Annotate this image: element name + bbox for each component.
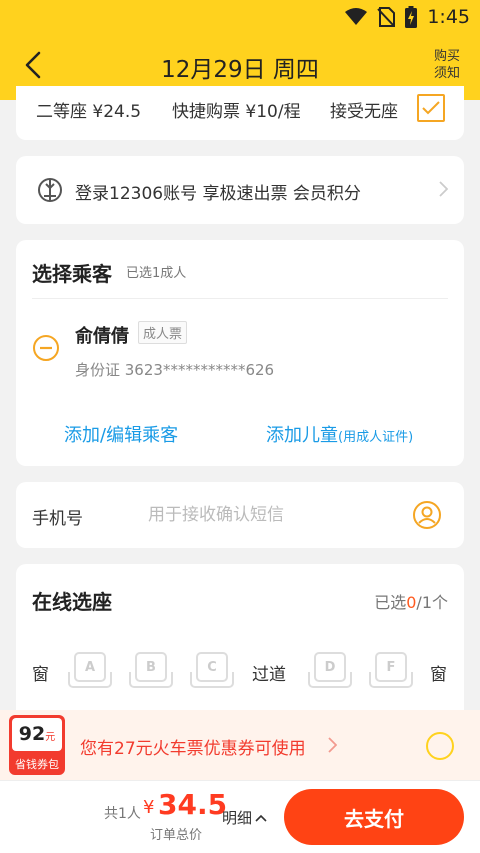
coupon-banner[interactable]: 92元 省钱券包 您有27元火车票优惠券可使用 [0,710,480,780]
accept-no-seat-checkbox[interactable] [417,94,445,122]
no-sim-icon [377,7,396,27]
ticket-options-card: 二等座 ¥24.5 快捷购票 ¥10/程 接受无座 [16,86,464,140]
divider [32,298,448,299]
price-detail-button[interactable]: 明细 [222,807,267,828]
login-promo-card[interactable]: 登录12306账号 享极速出票 会员积分 [16,156,464,224]
train-logo-icon [38,178,62,202]
total-price: 34.5 [158,788,228,821]
buy-notice-line2: 须知 [433,66,460,81]
buy-notice-button[interactable]: 购买 须知 [434,48,460,82]
status-bar: 1:45 [0,0,480,34]
seat-count-prefix: 已选 [374,593,407,612]
add-edit-passenger-button[interactable]: 添加/编辑乘客 [64,421,178,447]
seat-a-button[interactable]: A [68,652,112,690]
phone-input[interactable] [148,500,398,530]
passenger-id: 身份证 3623***********626 [75,361,275,379]
contact-book-icon[interactable] [412,500,442,530]
status-icons: 1:45 [345,4,470,30]
seat-class-price[interactable]: 二等座 ¥24.5 [36,97,141,122]
buy-notice-line1: 购买 [433,49,460,64]
add-child-label: 添加儿童 [266,425,338,446]
chevron-right-icon [439,181,448,197]
page-title: 12月29日 周四 [161,57,319,83]
chevron-right-icon [328,737,337,753]
seat-selection-count: 已选0/1个 [374,589,448,613]
seat-count-selected: 0 [406,593,417,612]
seat-base [369,672,413,688]
coupon-badge-amount: 92 [18,723,46,745]
passenger-ticket-type: 成人票 [138,321,188,344]
currency-symbol: ¥ [143,797,155,818]
seat-d-button[interactable]: D [308,652,352,690]
coupon-radio[interactable] [426,732,454,760]
login-promo-text: 登录12306账号 享极速出票 会员积分 [75,184,361,204]
passenger-section-title: 选择乘客 [32,262,112,286]
seat-b-button[interactable]: B [129,652,173,690]
phone-label: 手机号 [32,509,83,529]
status-time: 1:45 [427,6,470,28]
coupon-badge-amount-box: 92元 [12,718,62,751]
pay-button[interactable]: 去支付 [284,789,464,845]
seat-base [308,672,352,688]
seat-row: 窗 A B C 过道 D F 窗 [16,652,464,692]
remove-passenger-button[interactable] [32,334,60,362]
passenger-count-text: 共1人 [104,806,141,822]
coupon-pack-badge: 92元 省钱券包 [9,715,65,775]
accept-no-seat-label: 接受无座 [330,102,398,122]
window-label-right: 窗 [430,665,447,685]
wifi-icon [345,8,368,25]
coupon-badge-label: 省钱券包 [15,758,59,771]
seat-selection-card: 在线选座 已选0/1个 窗 A B C 过道 D F 窗 [16,564,464,714]
passenger-selected-count: 已选1成人 [126,266,187,281]
coupon-text: 您有27元火车票优惠券可使用 [80,739,306,759]
seat-selection-title: 在线选座 [32,590,112,614]
fast-buy-price[interactable]: 快捷购票 ¥10/程 [172,97,301,122]
seat-f-button[interactable]: F [369,652,413,690]
passenger-name: 俞倩倩 [75,326,129,347]
window-label-left: 窗 [32,665,49,685]
seat-base [190,672,234,688]
phone-card: 手机号 [16,482,464,548]
coupon-badge-unit: 元 [45,732,56,743]
add-child-hint: (用成人证件) [338,430,414,445]
price-detail-label: 明细 [222,809,253,827]
aisle-label: 过道 [252,665,286,685]
seat-base [129,672,173,688]
battery-charging-icon [405,6,418,28]
chevron-up-icon [255,814,267,822]
passenger-card: 选择乘客 已选1成人 俞倩倩 成人票 身份证 3623***********62… [16,240,464,466]
bottom-bar: 共1人 ¥ 34.5 订单总价 明细 去支付 [0,780,480,853]
seat-count-suffix: /1个 [416,593,448,612]
seat-base [68,672,112,688]
check-icon [422,101,440,115]
total-price-label: 订单总价 [150,828,203,843]
header: 1:45 12月29日 周四 购买 须知 [0,0,480,100]
add-child-button[interactable]: 添加儿童(用成人证件) [266,421,413,447]
seat-c-button[interactable]: C [190,652,234,690]
